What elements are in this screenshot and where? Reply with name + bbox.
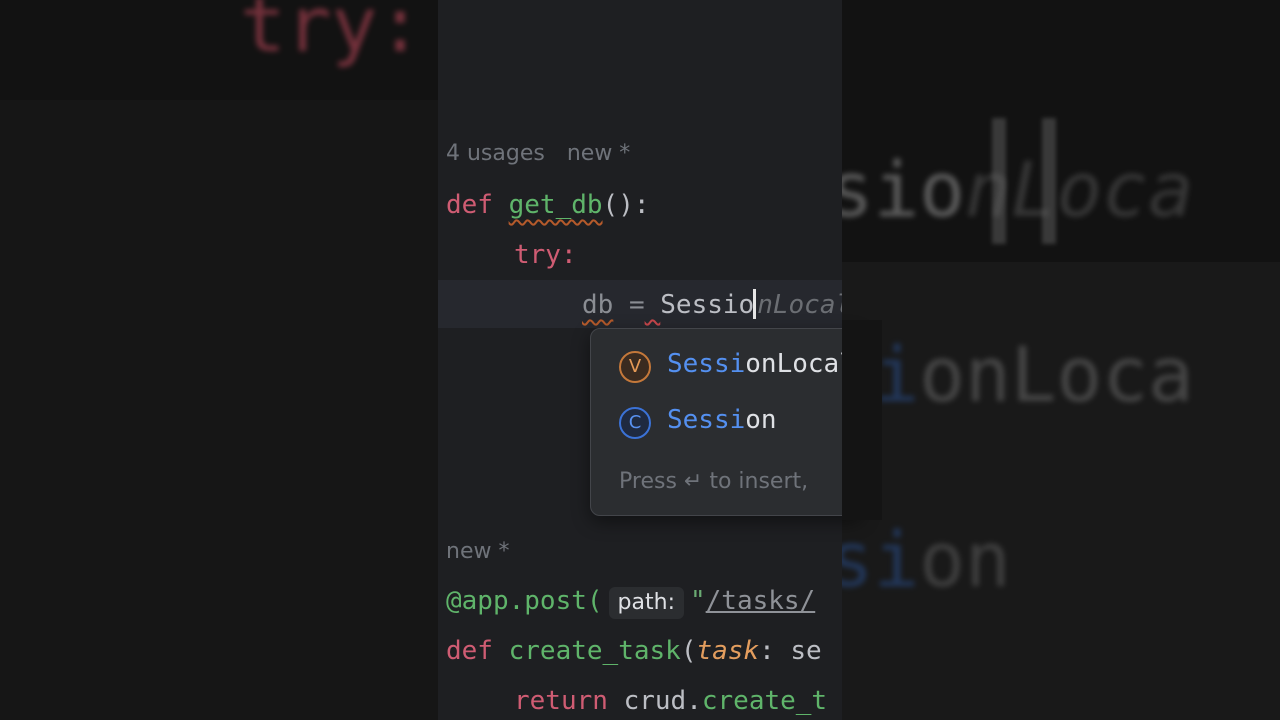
code-line-def2[interactable]: def create_task(task: se [446,634,822,668]
background-session-typed: ssionLoca [842,145,1194,234]
code-line-def[interactable]: def get_db(): [446,188,650,222]
background-suggestion-1: ssionLoca [842,330,1194,419]
background-try-text: try: [240,0,424,69]
background-caret-left [992,118,1006,244]
inline-completion-ghost: nLocal [757,290,842,320]
variable-icon: V [619,351,651,383]
left-background-editor [0,100,438,720]
code-line-return[interactable]: return crud.create_t [514,684,827,718]
parameter-inlay-hint: path: [608,587,684,619]
completion-label: SessionLocal [667,349,855,379]
completion-item-session[interactable]: C Session [591,399,861,451]
code-vision-hint-2: new * [446,539,510,564]
function-name[interactable]: get_db [509,190,603,220]
text-caret [753,289,757,319]
variable-db[interactable]: db [582,290,613,320]
right-background-panel: ssionLoca ssionLoca ssion [842,0,1280,720]
typed-text: Sessio [660,290,755,320]
code-vision-hint[interactable]: 4 usages new * [446,141,630,166]
left-background-panel: try: [0,0,438,720]
class-icon: C [619,407,651,439]
code-line-try[interactable]: try: [514,238,577,272]
route-path[interactable]: /tasks/ [706,586,816,616]
background-suggestion-2: ssion [842,515,1011,604]
code-line-decorator[interactable]: @app.post(path: "/tasks/ [446,584,815,619]
completion-footer-hint: Press ↵ to insert, [619,469,809,494]
completion-label: Session [667,405,777,435]
completion-popup[interactable]: V SessionLocal C Session Press ↵ to inse… [590,328,862,516]
background-caret-right [1042,118,1056,244]
code-line-assign[interactable]: db = Sessio nLocal [582,288,842,322]
usages-count[interactable]: 4 usages [446,141,545,166]
completion-item-sessionlocal[interactable]: V SessionLocal [591,343,861,395]
author-hint: new * [566,141,631,166]
